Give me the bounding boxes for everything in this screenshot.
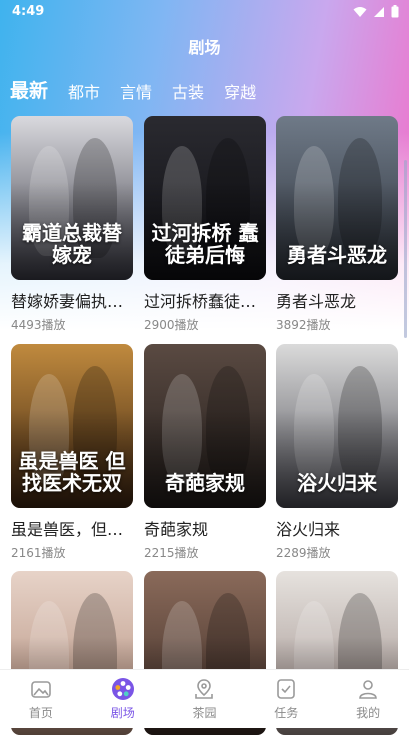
- tab-city[interactable]: 都市: [68, 79, 100, 103]
- bottom-nav: 首页 剧场 茶园 任务 我的: [0, 669, 409, 728]
- nav-tasks-label: 任务: [274, 706, 299, 720]
- drama-title[interactable]: 虽是兽医，但…: [11, 516, 133, 540]
- drama-poster[interactable]: 浴火归来: [276, 344, 398, 508]
- tab-romance[interactable]: 言情: [120, 79, 152, 103]
- nav-tea-garden[interactable]: 茶园: [164, 670, 246, 728]
- tab-costume[interactable]: 古装: [172, 79, 204, 103]
- nav-tasks[interactable]: 任务: [245, 670, 327, 728]
- nav-mine[interactable]: 我的: [327, 670, 409, 728]
- category-tabs: 最新 都市 言情 古装 穿越: [10, 76, 256, 103]
- person-icon: [359, 680, 377, 699]
- poster-title-art: 霸道总裁替嫁宠: [22, 221, 122, 267]
- drama-title[interactable]: 勇者斗恶龙: [276, 288, 398, 312]
- tab-latest[interactable]: 最新: [10, 76, 48, 103]
- drama-card[interactable]: 虽是兽医 但找医术无双虽是兽医，但… 2161播放: [11, 344, 133, 561]
- drama-title[interactable]: 替嫁娇妻偏执…: [11, 288, 133, 312]
- drama-poster[interactable]: 勇者斗恶龙: [276, 116, 398, 280]
- status-time: 4:49: [12, 4, 45, 19]
- scrollbar[interactable]: [404, 160, 407, 338]
- nav-theater[interactable]: 剧场: [82, 670, 164, 728]
- poster-title-art: 浴火归来: [297, 471, 377, 495]
- drama-title[interactable]: 过河拆桥蠢徒…: [144, 288, 266, 312]
- drama-card[interactable]: 奇葩家规 奇葩家规 2215播放: [144, 344, 266, 561]
- battery-icon: [391, 5, 399, 18]
- status-icons: [353, 5, 399, 18]
- location-pin-icon: [195, 679, 214, 699]
- nav-theater-label: 剧场: [110, 706, 135, 720]
- poster-title-art: 过河拆桥 蠢徒弟后悔: [151, 221, 259, 267]
- nav-tea-garden-label: 茶园: [192, 706, 217, 720]
- film-reel-icon: [111, 678, 134, 700]
- drama-poster[interactable]: 奇葩家规: [144, 344, 266, 508]
- wifi-icon: [353, 6, 367, 17]
- drama-title[interactable]: 奇葩家规: [144, 516, 266, 540]
- drama-card[interactable]: 勇者斗恶龙 勇者斗恶龙 3892播放: [276, 116, 398, 333]
- play-count: 2215播放: [144, 546, 199, 560]
- page-title: 剧场: [188, 38, 221, 57]
- drama-poster[interactable]: 霸道总裁替嫁宠: [11, 116, 133, 280]
- poster-title-art: 奇葩家规: [165, 471, 245, 495]
- drama-title[interactable]: 浴火归来: [276, 516, 398, 540]
- drama-card[interactable]: 浴火归来 浴火归来 2289播放: [276, 344, 398, 561]
- tab-time-travel[interactable]: 穿越: [224, 79, 256, 103]
- play-count: 4493播放: [11, 318, 66, 332]
- drama-card[interactable]: 霸道总裁替嫁宠替嫁娇妻偏执… 4493播放: [11, 116, 133, 333]
- play-count: 3892播放: [276, 318, 331, 332]
- poster-title-art: 虽是兽医 但找医术无双: [18, 449, 126, 495]
- nav-home[interactable]: 首页: [0, 670, 82, 728]
- home-icon: [31, 681, 51, 698]
- drama-card[interactable]: 过河拆桥 蠢徒弟后悔过河拆桥蠢徒… 2900播放: [144, 116, 266, 333]
- nav-mine-label: 我的: [356, 706, 381, 720]
- poster-title-art: 勇者斗恶龙: [287, 243, 387, 267]
- nav-home-label: 首页: [28, 706, 53, 720]
- drama-poster[interactable]: 虽是兽医 但找医术无双: [11, 344, 133, 508]
- drama-poster[interactable]: 过河拆桥 蠢徒弟后悔: [144, 116, 266, 280]
- play-count: 2161播放: [11, 546, 66, 560]
- checklist-icon: [277, 679, 296, 699]
- play-count: 2900播放: [144, 318, 199, 332]
- play-count: 2289播放: [276, 546, 331, 560]
- signal-icon: [374, 6, 384, 17]
- status-bar: 4:49: [0, 0, 409, 24]
